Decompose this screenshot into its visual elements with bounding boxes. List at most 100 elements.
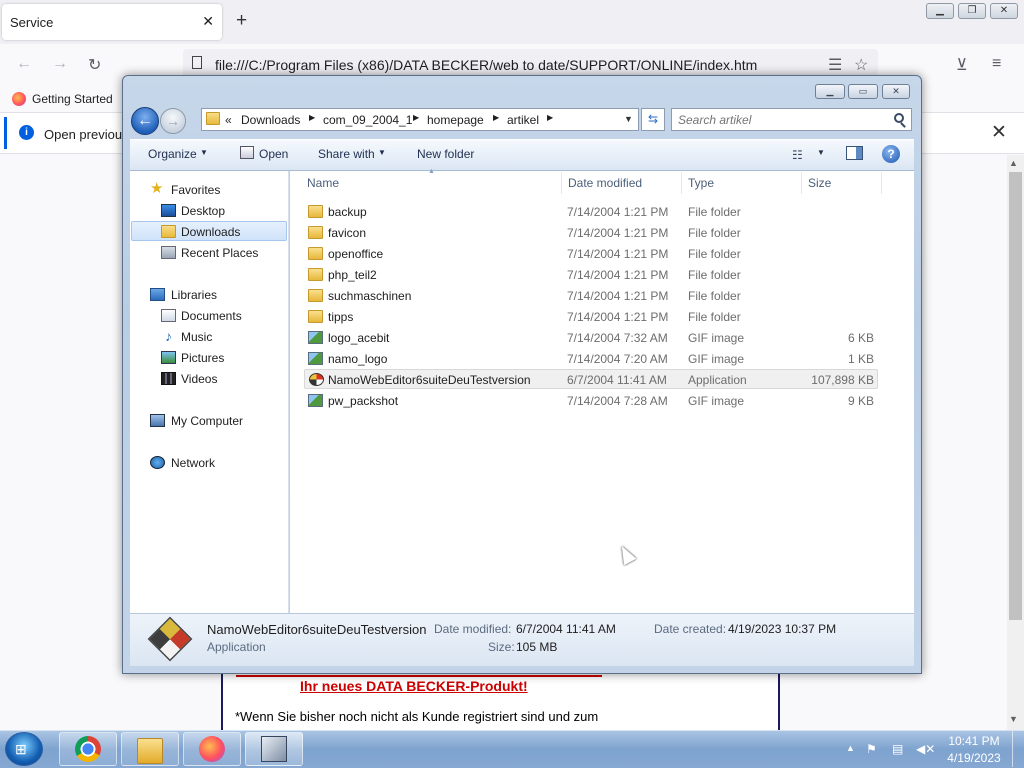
column-divider[interactable] xyxy=(801,172,802,194)
file-row[interactable]: pw_packshot 7/14/2004 7:28 AM GIF image … xyxy=(304,390,878,410)
column-header-size[interactable]: Size xyxy=(808,176,831,190)
file-row[interactable]: php_teil2 7/14/2004 1:21 PM File folder xyxy=(304,264,878,284)
nav-item-desktop[interactable]: Desktop xyxy=(181,204,225,218)
gif-image-icon xyxy=(308,352,323,365)
back-button[interactable]: ← xyxy=(131,107,159,135)
close-icon[interactable]: ✕ xyxy=(202,13,214,30)
action-center-flag-icon[interactable]: ⚑ xyxy=(866,742,877,756)
reader-view-icon[interactable]: ☰ xyxy=(828,55,842,75)
page-scrollbar-thumb[interactable] xyxy=(1009,172,1022,620)
file-size: 107,898 KB xyxy=(811,373,874,387)
file-name: NamoWebEditor6suiteDeuTestversion xyxy=(328,373,531,387)
breadcrumb-chevron-icon[interactable]: ▶ xyxy=(547,113,553,122)
nav-item-network[interactable]: Network xyxy=(171,456,215,470)
refresh-button[interactable]: ⇆ xyxy=(641,108,665,131)
breadcrumb-com-09-2004-1[interactable]: com_09_2004_1 xyxy=(323,113,412,127)
browser-restore-button[interactable]: ❐ xyxy=(958,3,986,19)
folder-icon xyxy=(308,247,323,260)
file-row[interactable]: logo_acebit 7/14/2004 7:32 AM GIF image … xyxy=(304,327,878,347)
clock-time[interactable]: 10:41 PM xyxy=(944,734,1004,748)
firefox-icon xyxy=(12,92,26,106)
forward-arrow-icon[interactable]: → xyxy=(52,55,68,73)
column-header-name[interactable]: Name xyxy=(307,176,339,190)
maximize-button[interactable]: ▭ xyxy=(848,84,878,99)
nav-item-pictures[interactable]: Pictures xyxy=(181,351,224,365)
minimize-button[interactable]: ▁ xyxy=(815,84,845,99)
nav-item-libraries[interactable]: Libraries xyxy=(171,288,217,302)
file-name: pw_packshot xyxy=(328,394,399,408)
open-icon[interactable] xyxy=(240,146,254,159)
scroll-down-icon[interactable]: ▼ xyxy=(1009,714,1018,724)
file-row[interactable]: openoffice 7/14/2004 1:21 PM File folder xyxy=(304,243,878,263)
file-row[interactable]: tipps 7/14/2004 1:21 PM File folder xyxy=(304,306,878,326)
forward-button[interactable]: → xyxy=(160,108,186,134)
taskbar-app-chrome[interactable] xyxy=(59,732,117,766)
close-button[interactable]: ✕ xyxy=(882,84,910,99)
help-icon[interactable]: ? xyxy=(882,145,900,163)
pocket-icon[interactable]: ⊻ xyxy=(956,55,968,75)
browser-minimize-button[interactable]: ▁ xyxy=(926,3,954,19)
back-arrow-icon[interactable]: ← xyxy=(16,55,32,73)
explorer-icon xyxy=(137,738,163,764)
search-icon[interactable] xyxy=(894,113,904,123)
column-divider[interactable] xyxy=(561,172,562,194)
file-type: File folder xyxy=(688,310,741,324)
open-button[interactable]: Open xyxy=(259,147,288,161)
new-folder-button[interactable]: New folder xyxy=(417,147,474,161)
taskbar-app-firefox[interactable] xyxy=(183,732,241,766)
nav-item-downloads[interactable]: Downloads xyxy=(181,225,240,239)
nav-item-my-computer[interactable]: My Computer xyxy=(171,414,243,428)
column-divider[interactable] xyxy=(681,172,682,194)
notification-close-icon[interactable]: ✕ xyxy=(991,121,1007,144)
search-input[interactable] xyxy=(678,113,878,127)
column-header-type[interactable]: Type xyxy=(688,176,714,190)
file-name: namo_logo xyxy=(328,352,388,366)
bookmark-getting-started[interactable]: Getting Started xyxy=(32,92,113,106)
file-row[interactable]: favicon 7/14/2004 1:21 PM File folder xyxy=(304,222,878,242)
browser-close-button[interactable]: ✕ xyxy=(990,3,1018,19)
breadcrumb-chevron-icon[interactable]: ▶ xyxy=(493,113,499,122)
file-row[interactable]: namo_logo 7/14/2004 7:20 AM GIF image 1 … xyxy=(304,348,878,368)
scroll-up-icon[interactable]: ▲ xyxy=(1009,158,1018,168)
nav-item-videos[interactable]: Videos xyxy=(181,372,217,386)
url-text[interactable]: file:///C:/Program Files (x86)/DATA BECK… xyxy=(215,57,757,73)
breadcrumb-chevron-icon[interactable]: ▶ xyxy=(413,113,419,122)
breadcrumb-downloads[interactable]: Downloads xyxy=(241,113,300,127)
namo-webeditor-icon xyxy=(261,736,287,762)
breadcrumb-chevron-icon[interactable]: ▶ xyxy=(309,113,315,122)
nav-item-documents[interactable]: Documents xyxy=(181,309,242,323)
new-tab-button[interactable]: + xyxy=(236,11,247,31)
taskbar-app-namo-webeditor[interactable] xyxy=(245,732,303,766)
chevron-down-icon[interactable]: ▼ xyxy=(817,148,825,157)
organize-button[interactable]: Organize xyxy=(148,147,197,161)
file-row[interactable]: suchmaschinen 7/14/2004 1:21 PM File fol… xyxy=(304,285,878,305)
breadcrumb-artikel[interactable]: artikel xyxy=(507,113,539,127)
chevron-down-icon[interactable]: ▼ xyxy=(200,148,208,157)
column-header-date-modified[interactable]: Date modified xyxy=(568,176,642,190)
taskbar-app-explorer[interactable] xyxy=(121,732,179,766)
bookmark-star-icon[interactable]: ☆ xyxy=(854,55,868,75)
nav-item-favorites[interactable]: Favorites xyxy=(171,183,220,197)
nav-item-recent-places[interactable]: Recent Places xyxy=(181,246,258,260)
product-link[interactable]: Ihr neues DATA BECKER-Produkt! xyxy=(300,678,528,694)
clock-date[interactable]: 4/19/2023 xyxy=(944,751,1004,765)
views-icon[interactable]: ☷ xyxy=(792,148,803,162)
menu-icon[interactable]: ≡ xyxy=(992,55,1001,73)
page-icon xyxy=(192,56,202,69)
show-desktop-button[interactable] xyxy=(1012,731,1023,767)
volume-muted-icon[interactable]: ◀✕ xyxy=(916,742,935,756)
column-divider[interactable] xyxy=(881,172,882,194)
breadcrumb-overflow[interactable]: « xyxy=(225,113,232,127)
network-status-icon[interactable]: ▤ xyxy=(892,742,903,756)
show-hidden-icons-icon[interactable]: ▲ xyxy=(846,743,855,753)
breadcrumb-homepage[interactable]: homepage xyxy=(427,113,484,127)
chevron-down-icon[interactable]: ▼ xyxy=(378,148,386,157)
file-row-selected[interactable]: NamoWebEditor6suiteDeuTestversion 6/7/20… xyxy=(304,369,878,389)
share-with-button[interactable]: Share with xyxy=(318,147,375,161)
preview-pane-icon[interactable] xyxy=(846,146,863,160)
file-row[interactable]: backup 7/14/2004 1:21 PM File folder xyxy=(304,201,878,221)
address-dropdown-icon[interactable]: ▼ xyxy=(624,114,633,124)
nav-item-music[interactable]: Music xyxy=(181,330,212,344)
browser-tab[interactable]: Service ✕ xyxy=(2,4,222,40)
reload-icon[interactable]: ↻ xyxy=(88,55,101,75)
